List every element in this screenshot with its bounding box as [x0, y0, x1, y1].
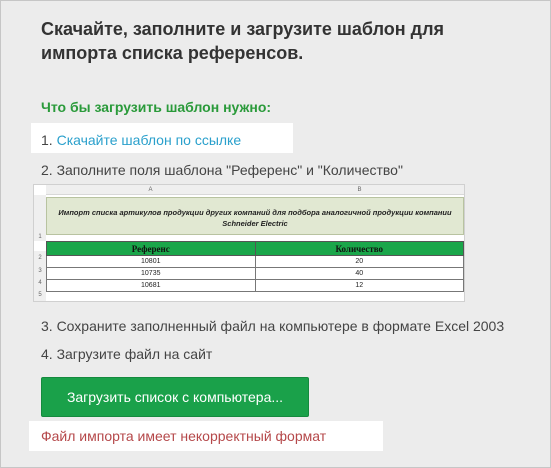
column-header-b: B	[255, 185, 464, 195]
page-title: Скачайте, заполните и загрузите шаблон д…	[41, 19, 445, 63]
template-caption: Импорт списка артикулов продукции других…	[46, 197, 464, 235]
cell-quantity: 12	[254, 279, 464, 292]
table-row: 10735 40	[46, 267, 464, 280]
cell-reference: 10735	[46, 267, 256, 280]
table-header-row: Референс Количество	[46, 241, 464, 256]
header-reference: Референс	[46, 241, 256, 256]
row-number: 2	[34, 251, 46, 265]
instructions-subtitle: Что бы загрузить шаблон нужно:	[41, 99, 272, 115]
download-template-link[interactable]: Скачайте шаблон по ссылке	[57, 132, 242, 148]
header-quantity: Количество	[254, 241, 464, 256]
error-message: Файл импорта имеет некорректный формат	[41, 428, 327, 444]
import-panel: Скачайте, заполните и загрузите шаблон д…	[0, 0, 551, 468]
step-3: 3. Сохраните заполненный файл на компьют…	[41, 318, 505, 334]
step-4: 4. Загрузите файл на сайт	[41, 346, 213, 362]
template-preview-image: A B 1 2 3 4 5 Импорт списка артикулов пр…	[33, 184, 465, 302]
row-number: 4	[34, 277, 46, 289]
table-row: 10801 20	[46, 255, 464, 268]
upload-from-computer-button[interactable]: Загрузить список с компьютера...	[41, 377, 309, 417]
row-number: 1	[34, 195, 46, 241]
table-row: 10681 12	[46, 279, 464, 292]
row-number: 3	[34, 265, 46, 277]
step-1: 1. Скачайте шаблон по ссылке	[41, 132, 241, 148]
template-table: Референс Количество 10801 20 10735 40 10…	[46, 241, 464, 292]
cell-reference: 10681	[46, 279, 256, 292]
column-header-a: A	[46, 185, 255, 195]
cell-quantity: 20	[254, 255, 464, 268]
step-1-number: 1.	[41, 132, 57, 148]
row-number: 5	[34, 289, 46, 301]
cell-quantity: 40	[254, 267, 464, 280]
step-2: 2. Заполните поля шаблона "Референс" и "…	[41, 162, 403, 178]
cell-reference: 10801	[46, 255, 256, 268]
